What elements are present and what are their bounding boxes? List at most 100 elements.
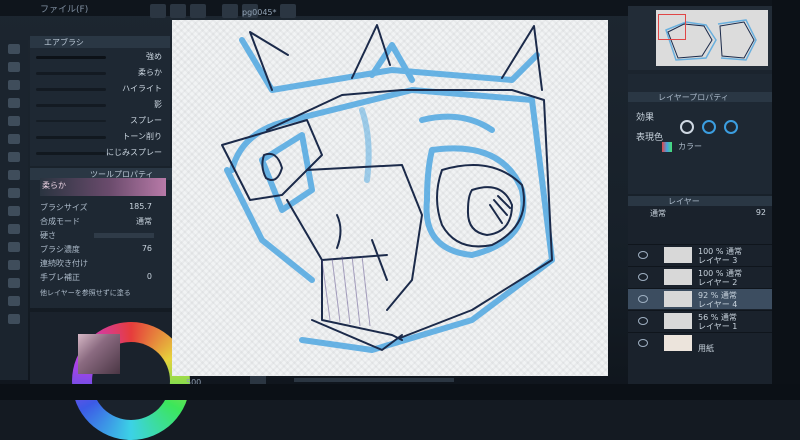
eye-icon[interactable]: [638, 273, 648, 281]
stabilization-value[interactable]: 0: [147, 272, 152, 281]
sub-tool-panel: エアブラシ 強め 柔らか ハイライト 影 スプレー トーン削り にじみスプレー: [30, 36, 170, 166]
hardness-label: 硬さ: [40, 231, 56, 240]
brush-item[interactable]: スプレー: [32, 114, 168, 128]
top-toolbar: [150, 4, 620, 20]
effect-label: 効果: [636, 113, 655, 123]
eye-icon[interactable]: [638, 251, 648, 259]
brush-item-label: 影: [154, 100, 162, 109]
layer-thumbnail: [664, 269, 692, 285]
airbrush-tool-icon[interactable]: [8, 152, 20, 162]
tool-property-panel: ツールプロパティ 柔らか ブラシサイズ 185.7 合成モード 通常 硬さ ブラ…: [30, 168, 176, 308]
layer-row[interactable]: 100 % 通常 レイヤー 3: [628, 244, 772, 265]
eye-icon[interactable]: [638, 339, 648, 347]
density-label: ブラシ濃度: [40, 245, 80, 254]
brush-size-value[interactable]: 185.7: [129, 202, 152, 211]
layer-row[interactable]: 用紙: [628, 332, 772, 353]
layer-color-icon[interactable]: [724, 120, 738, 134]
layer-row[interactable]: 100 % 通常 レイヤー 2: [628, 266, 772, 287]
layer-property-panel: レイヤープロパティ 効果 表現色 カラー: [628, 74, 772, 194]
hardness-row[interactable]: 硬さ: [40, 230, 170, 242]
navigator-view-frame[interactable]: [658, 14, 686, 40]
zoom-tool-icon[interactable]: [8, 44, 20, 54]
brush-preview: [36, 88, 106, 91]
pencil-tool-icon[interactable]: [8, 116, 20, 126]
brush-item-label: にじみスプレー: [106, 148, 162, 157]
new-button[interactable]: [150, 4, 166, 18]
brush-item[interactable]: 柔らか: [32, 66, 168, 80]
color-mode-icon: [662, 142, 672, 152]
brush-item[interactable]: 強め: [32, 50, 168, 64]
monitor-bezel-bottom: [0, 384, 800, 400]
shading-layer: [321, 255, 371, 327]
blend-mode-row[interactable]: 合成モード 通常: [40, 216, 170, 228]
select-tool-icon[interactable]: [8, 80, 20, 90]
figure-tool-icon[interactable]: [8, 242, 20, 252]
layer-panel: レイヤー 通常 92 100 % 通常 レイヤー 3 100 % 通常 レイヤー…: [628, 196, 772, 384]
robot-sketch: [221, 24, 555, 353]
border-effect-icon[interactable]: [680, 120, 694, 134]
blend-tool-icon[interactable]: [8, 296, 20, 306]
layer-name: レイヤー 4: [698, 300, 738, 309]
undo-button[interactable]: [222, 4, 238, 18]
hardness-slider[interactable]: [94, 233, 154, 238]
eye-icon[interactable]: [638, 295, 648, 303]
sub-tool-header: エアブラシ: [30, 36, 170, 48]
layer-blend-select[interactable]: 通常: [650, 208, 666, 219]
blend-mode-label: 合成モード: [40, 217, 80, 226]
layer-name: レイヤー 2: [698, 278, 738, 287]
brush-size-label: ブラシサイズ: [40, 203, 88, 212]
layer-panel-header: レイヤー: [628, 196, 772, 206]
brush-preview: [36, 152, 106, 155]
expression-color-select[interactable]: カラー: [678, 141, 702, 152]
layer-thumbnail: [664, 291, 692, 307]
brush-item[interactable]: ハイライト: [32, 82, 168, 96]
layer-property-header: レイヤープロパティ: [628, 92, 772, 102]
open-button[interactable]: [170, 4, 186, 18]
brush-preview: [36, 56, 106, 59]
stabilization-row[interactable]: 手ブレ補正 0: [40, 272, 170, 284]
stabilization-label: 手ブレ補正: [40, 273, 80, 282]
expression-color-label: 表現色: [636, 133, 664, 143]
layer-row[interactable]: 56 % 通常 レイヤー 1: [628, 310, 772, 331]
canvas-scrollbar[interactable]: [294, 378, 454, 382]
fill-tool-icon[interactable]: [8, 188, 20, 198]
brush-preview: [36, 120, 106, 122]
drawing-canvas[interactable]: [172, 20, 608, 376]
brush-size-row[interactable]: ブラシサイズ 185.7: [40, 202, 170, 214]
sub-tool-title: エアブラシ: [44, 38, 84, 47]
brush-item[interactable]: トーン削り: [32, 130, 168, 144]
layer-opacity-value[interactable]: 92: [756, 208, 766, 217]
move-tool-icon[interactable]: [8, 62, 20, 72]
clear-button[interactable]: [280, 4, 296, 18]
brush-item[interactable]: 影: [32, 98, 168, 112]
ruler-tool-icon[interactable]: [8, 260, 20, 270]
save-button[interactable]: [190, 4, 206, 18]
gradient-tool-icon[interactable]: [8, 278, 20, 288]
reference-row[interactable]: 他レイヤーを参照せずに塗る: [40, 288, 170, 300]
tone-effect-icon[interactable]: [702, 120, 716, 134]
brush-item-label: スプレー: [130, 116, 162, 125]
brush-preview: [36, 104, 106, 107]
text-tool-icon[interactable]: [8, 206, 20, 216]
frame-tool-icon[interactable]: [8, 314, 20, 324]
eyedropper-tool-icon[interactable]: [8, 224, 20, 234]
eraser-tool-icon[interactable]: [8, 170, 20, 180]
monitor-screen: ファイル(F) pg0045* エアブラシ 強め 柔らか ハイライト 影 スプレ…: [0, 0, 800, 440]
brush-item[interactable]: にじみスプレー: [32, 146, 168, 160]
eye-icon[interactable]: [638, 317, 648, 325]
layer-row-selected[interactable]: 92 % 通常 レイヤー 4: [628, 288, 772, 309]
menu-file[interactable]: ファイル(F): [40, 2, 88, 15]
document-tab[interactable]: pg0045*: [242, 8, 277, 17]
layer-thumbnail: [664, 335, 692, 351]
pen-tool-icon[interactable]: [8, 98, 20, 108]
density-row[interactable]: ブラシ濃度 76: [40, 244, 170, 256]
density-value[interactable]: 76: [142, 244, 152, 253]
layer-panel-title: レイヤー: [668, 197, 700, 206]
blend-mode-select[interactable]: 通常: [136, 216, 152, 227]
pressure-row[interactable]: 連続吹き付け: [40, 258, 170, 270]
brush-item-label: 柔らか: [138, 68, 162, 77]
brush-preview: [36, 72, 106, 75]
layer-thumbnail: [664, 313, 692, 329]
brush-tool-icon[interactable]: [8, 134, 20, 144]
saturation-value-square[interactable]: [78, 334, 120, 374]
